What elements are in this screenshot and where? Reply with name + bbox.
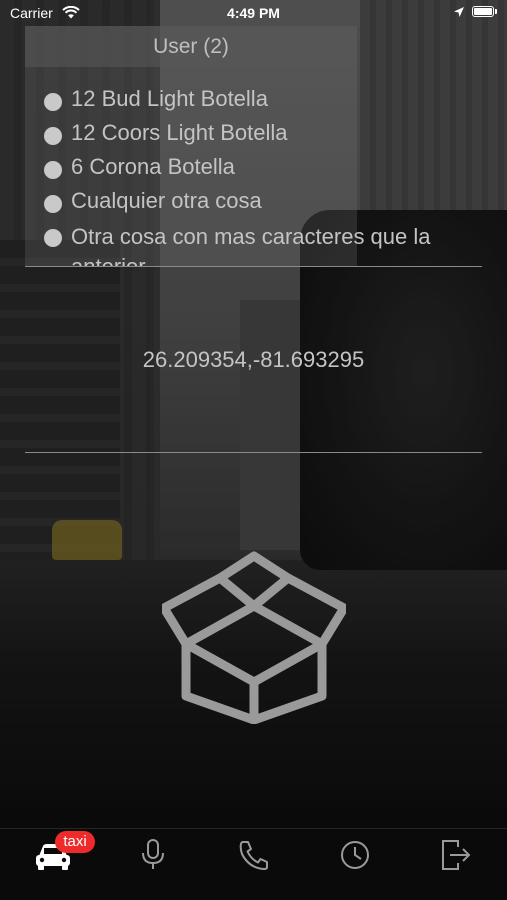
location-arrow-icon	[454, 7, 464, 17]
battery-tip	[495, 9, 497, 14]
taxi-badge[interactable]: taxi	[55, 831, 95, 853]
list-item: 12 Coors Light Botella	[18, 118, 488, 152]
coordinates-text: 26.209354,-81.693295	[142, 347, 365, 372]
phone-icon[interactable]	[234, 838, 274, 872]
clock-icon[interactable]	[335, 839, 375, 873]
bullet-icon	[44, 93, 62, 111]
logout-icon[interactable]	[436, 838, 476, 872]
open-box-icon[interactable]	[162, 548, 346, 724]
divider-top	[25, 266, 482, 267]
order-list[interactable]: 12 Bud Light Botella 12 Coors Light Bote…	[18, 84, 488, 266]
status-bar: Carrier 4:49 PM	[0, 0, 507, 26]
list-item: Cualquier otra cosa	[18, 186, 488, 220]
bullet-icon	[44, 161, 62, 179]
item-label: Cualquier otra cosa	[71, 188, 262, 213]
battery-icon	[472, 6, 494, 17]
item-label: Otra cosa con mas caracteres que la ante…	[71, 224, 431, 266]
list-item: 12 Bud Light Botella	[18, 84, 488, 118]
item-label: 6 Corona Botella	[71, 154, 235, 179]
list-item: Otra cosa con mas caracteres que la ante…	[18, 220, 488, 266]
item-label: 12 Bud Light Botella	[71, 86, 268, 111]
divider-bottom	[25, 452, 482, 453]
microphone-icon[interactable]	[133, 838, 173, 872]
page-title: User (2)	[153, 35, 229, 58]
clock-time: 4:49 PM	[227, 5, 280, 21]
bullet-icon	[44, 229, 62, 247]
list-item: 6 Corona Botella	[18, 152, 488, 186]
bullet-icon	[44, 127, 62, 145]
bullet-icon	[44, 195, 62, 213]
item-label: 12 Coors Light Botella	[71, 120, 288, 145]
user-header: User (2)	[25, 26, 357, 67]
